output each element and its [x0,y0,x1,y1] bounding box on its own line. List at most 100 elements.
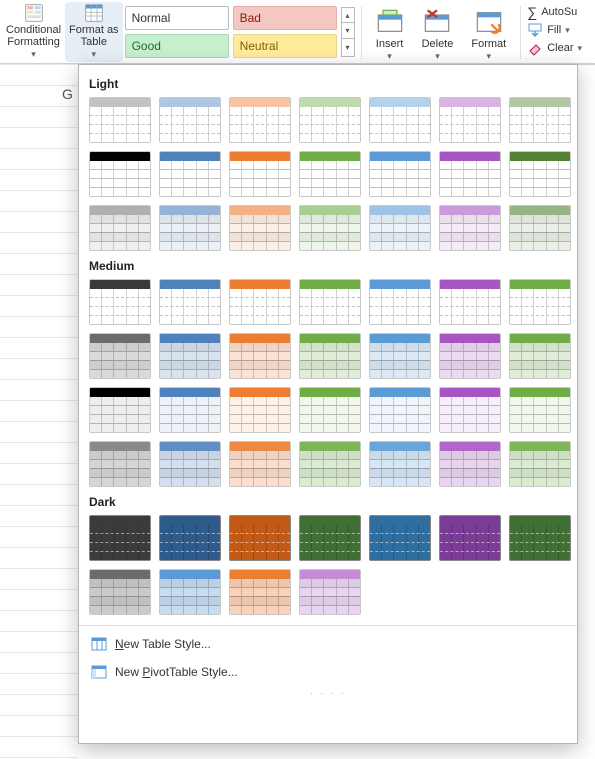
new-pivot-style-item[interactable]: New PivotTable Style... [87,658,569,686]
format-button[interactable]: Format ▾ [467,4,510,64]
table-style-swatch[interactable] [509,387,571,433]
table-style-swatch[interactable] [159,151,221,197]
table-style-swatch[interactable] [439,387,501,433]
table-style-swatch[interactable] [299,569,361,615]
table-style-swatch[interactable] [89,97,151,143]
table-style-swatch[interactable] [159,279,221,325]
visible-column-letter: G [62,86,73,102]
table-styles-gallery: Light Medium Dark New Table Style... New… [78,64,578,744]
format-as-table-button[interactable]: Format as Table ▾ [65,2,123,62]
gridlines [0,64,78,759]
table-style-swatch[interactable] [299,205,361,251]
table-style-swatch[interactable] [89,515,151,561]
fill-button[interactable]: Fill ▾ [527,22,582,38]
separator [361,6,362,59]
cell-style-normal[interactable]: Normal [125,6,229,30]
cell-styles-group: Normal Bad Good Neutral ▴ ▾ ▾ [123,2,357,62]
table-style-swatch[interactable] [159,569,221,615]
table-style-swatch[interactable] [159,441,221,487]
table-style-swatch[interactable] [229,387,291,433]
table-style-swatch[interactable] [229,97,291,143]
table-style-swatch[interactable] [299,441,361,487]
table-style-swatch[interactable] [229,441,291,487]
cell-styles-scroll: ▴ ▾ ▾ [341,7,355,57]
table-style-swatch[interactable] [509,279,571,325]
table-style-swatch[interactable] [509,97,571,143]
cells-group: Insert ▾ Delete ▾ Format ▾ [366,2,517,66]
table-style-swatch[interactable] [439,205,501,251]
table-style-swatch[interactable] [369,515,431,561]
autosum-label: AutoSu [541,6,577,18]
cell-style-bad[interactable]: Bad [233,6,337,30]
table-style-swatch[interactable] [89,387,151,433]
gallery-grid-medium [87,277,569,489]
table-style-swatch[interactable] [299,97,361,143]
table-style-swatch[interactable] [89,151,151,197]
table-style-swatch[interactable] [509,515,571,561]
table-style-swatch[interactable] [439,151,501,197]
table-style-swatch[interactable] [369,387,431,433]
table-style-swatch[interactable] [509,333,571,379]
table-style-swatch[interactable] [159,515,221,561]
scroll-down-button[interactable]: ▾ [341,23,355,39]
clear-button[interactable]: Clear ▾ [527,40,582,56]
autosum-button[interactable]: ∑ AutoSu [527,4,582,20]
resize-grip[interactable]: · · · · [87,688,569,699]
table-style-swatch[interactable] [229,569,291,615]
table-style-swatch[interactable] [439,441,501,487]
insert-cells-icon [376,8,404,36]
table-style-swatch[interactable] [439,333,501,379]
cell-style-good[interactable]: Good [125,34,229,58]
table-style-swatch[interactable] [229,205,291,251]
insert-button[interactable]: Insert ▾ [372,4,408,64]
table-style-swatch[interactable] [439,279,501,325]
table-style-swatch[interactable] [89,205,151,251]
table-style-swatch[interactable] [159,333,221,379]
table-style-swatch[interactable] [89,569,151,615]
table-style-swatch[interactable] [159,387,221,433]
table-style-swatch[interactable] [439,97,501,143]
table-style-swatch[interactable] [369,151,431,197]
conditional-formatting-button[interactable]: Conditional Formatting ▾ [2,2,65,62]
table-style-swatch[interactable] [369,441,431,487]
table-style-swatch[interactable] [299,515,361,561]
table-style-swatch[interactable] [299,387,361,433]
insert-label: Insert [376,38,404,50]
table-style-swatch[interactable] [509,441,571,487]
delete-button[interactable]: Delete ▾ [418,4,458,64]
table-style-swatch[interactable] [229,151,291,197]
cell-style-neutral[interactable]: Neutral [233,34,337,58]
scroll-up-button[interactable]: ▴ [341,7,355,23]
gallery-section-light: Light [87,71,569,95]
table-style-swatch[interactable] [369,205,431,251]
table-style-swatch[interactable] [299,151,361,197]
table-style-swatch[interactable] [89,333,151,379]
editing-group: ∑ AutoSu Fill ▾ Clear ▾ [525,2,584,58]
gallery-grid-dark [87,513,569,617]
table-style-swatch[interactable] [229,279,291,325]
expand-gallery-button[interactable]: ▾ [341,39,355,57]
new-table-style-item[interactable]: New Table Style... [87,630,569,658]
table-style-swatch[interactable] [159,97,221,143]
chevron-down-icon: ▾ [578,43,583,54]
table-style-swatch[interactable] [89,441,151,487]
table-style-swatch[interactable] [229,515,291,561]
chevron-down-icon: ▾ [565,25,570,36]
chevron-down-icon: ▾ [92,48,97,60]
table-style-swatch[interactable] [369,97,431,143]
gallery-grid-light [87,95,569,253]
table-style-swatch[interactable] [369,279,431,325]
table-style-swatch[interactable] [159,205,221,251]
cell-style-label: Good [132,39,161,53]
table-style-swatch[interactable] [299,279,361,325]
table-style-swatch[interactable] [439,515,501,561]
cell-style-label: Neutral [240,39,279,53]
chevron-down-icon: ▾ [31,48,36,60]
table-style-swatch[interactable] [229,333,291,379]
table-style-swatch[interactable] [509,205,571,251]
table-style-swatch[interactable] [509,151,571,197]
table-style-swatch[interactable] [369,333,431,379]
table-style-swatch[interactable] [89,279,151,325]
table-style-swatch[interactable] [299,333,361,379]
fill-down-icon [527,22,543,38]
